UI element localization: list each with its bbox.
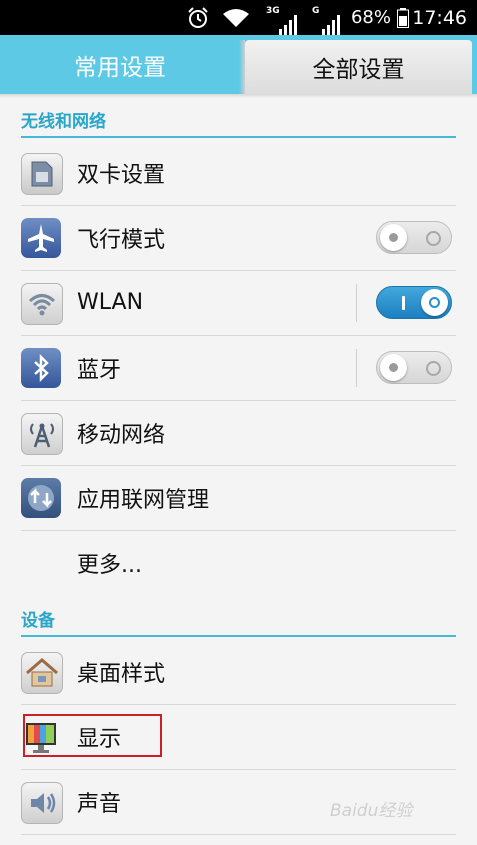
alarm-icon (186, 0, 210, 35)
settings-item-more[interactable]: 更多... (21, 530, 456, 595)
item-divider (356, 349, 357, 387)
speaker-icon (21, 782, 63, 824)
settings-item-label: WLAN (77, 290, 144, 315)
settings-item-mobile-network[interactable]: 移动网络 (21, 400, 456, 466)
airplane-icon (21, 218, 61, 258)
toggle-knob (380, 354, 407, 381)
settings-item-label: 蓝牙 (77, 357, 122, 383)
settings-item-home-style[interactable]: 桌面样式 (21, 639, 456, 705)
bluetooth-icon (21, 348, 61, 388)
wifi-icon (222, 0, 250, 35)
settings-item-airplane[interactable]: 飞行模式 (21, 205, 456, 271)
settings-item-label: 移动网络 (77, 422, 166, 448)
settings-item-bluetooth[interactable]: 蓝牙 (21, 335, 456, 401)
section-header-device: 设备 (21, 606, 456, 637)
network-type-2: G (312, 6, 320, 16)
item-divider (356, 284, 357, 322)
tab-all-settings[interactable]: 全部设置 (239, 40, 472, 94)
settings-item-label: 双卡设置 (77, 162, 166, 188)
settings-item-label: 声音 (77, 791, 122, 817)
watermark: Baidu经验 (330, 801, 413, 821)
clock: 17:46 (412, 6, 467, 29)
toggle-knob (380, 224, 407, 251)
settings-item-wlan[interactable]: WLAN (21, 270, 456, 336)
settings-item-label: 应用联网管理 (77, 487, 210, 513)
toggle-off-indicator (426, 361, 441, 376)
bluetooth-toggle[interactable] (376, 351, 452, 384)
tab-common-settings[interactable]: 常用设置 (0, 35, 240, 94)
wifi-icon (21, 283, 63, 325)
tab-shadow (0, 94, 477, 98)
settings-item-label: 更多... (77, 552, 142, 578)
antenna-icon (21, 413, 63, 455)
battery-percent: 68% (350, 7, 391, 28)
tab-bar: 常用设置 全部设置 (0, 35, 477, 94)
toggle-knob (421, 289, 448, 316)
sim-card-icon (21, 153, 63, 195)
settings-item-dual-sim[interactable]: 双卡设置 (21, 140, 456, 206)
status-bar: 3G G 68% 17:46 (0, 0, 477, 35)
toggle-on-indicator (402, 296, 405, 310)
settings-item-label: 飞行模式 (77, 227, 166, 253)
highlight-box (23, 714, 162, 757)
settings-item-label: 桌面样式 (77, 661, 166, 687)
airplane-mode-toggle[interactable] (376, 221, 452, 254)
settings-item-app-network[interactable]: 应用联网管理 (21, 465, 456, 531)
battery-icon (397, 8, 409, 28)
section-header-wireless: 无线和网络 (21, 107, 456, 138)
home-icon (21, 652, 63, 694)
network-manage-icon (21, 478, 61, 518)
toggle-off-indicator (426, 231, 441, 246)
wlan-toggle[interactable] (376, 286, 452, 319)
